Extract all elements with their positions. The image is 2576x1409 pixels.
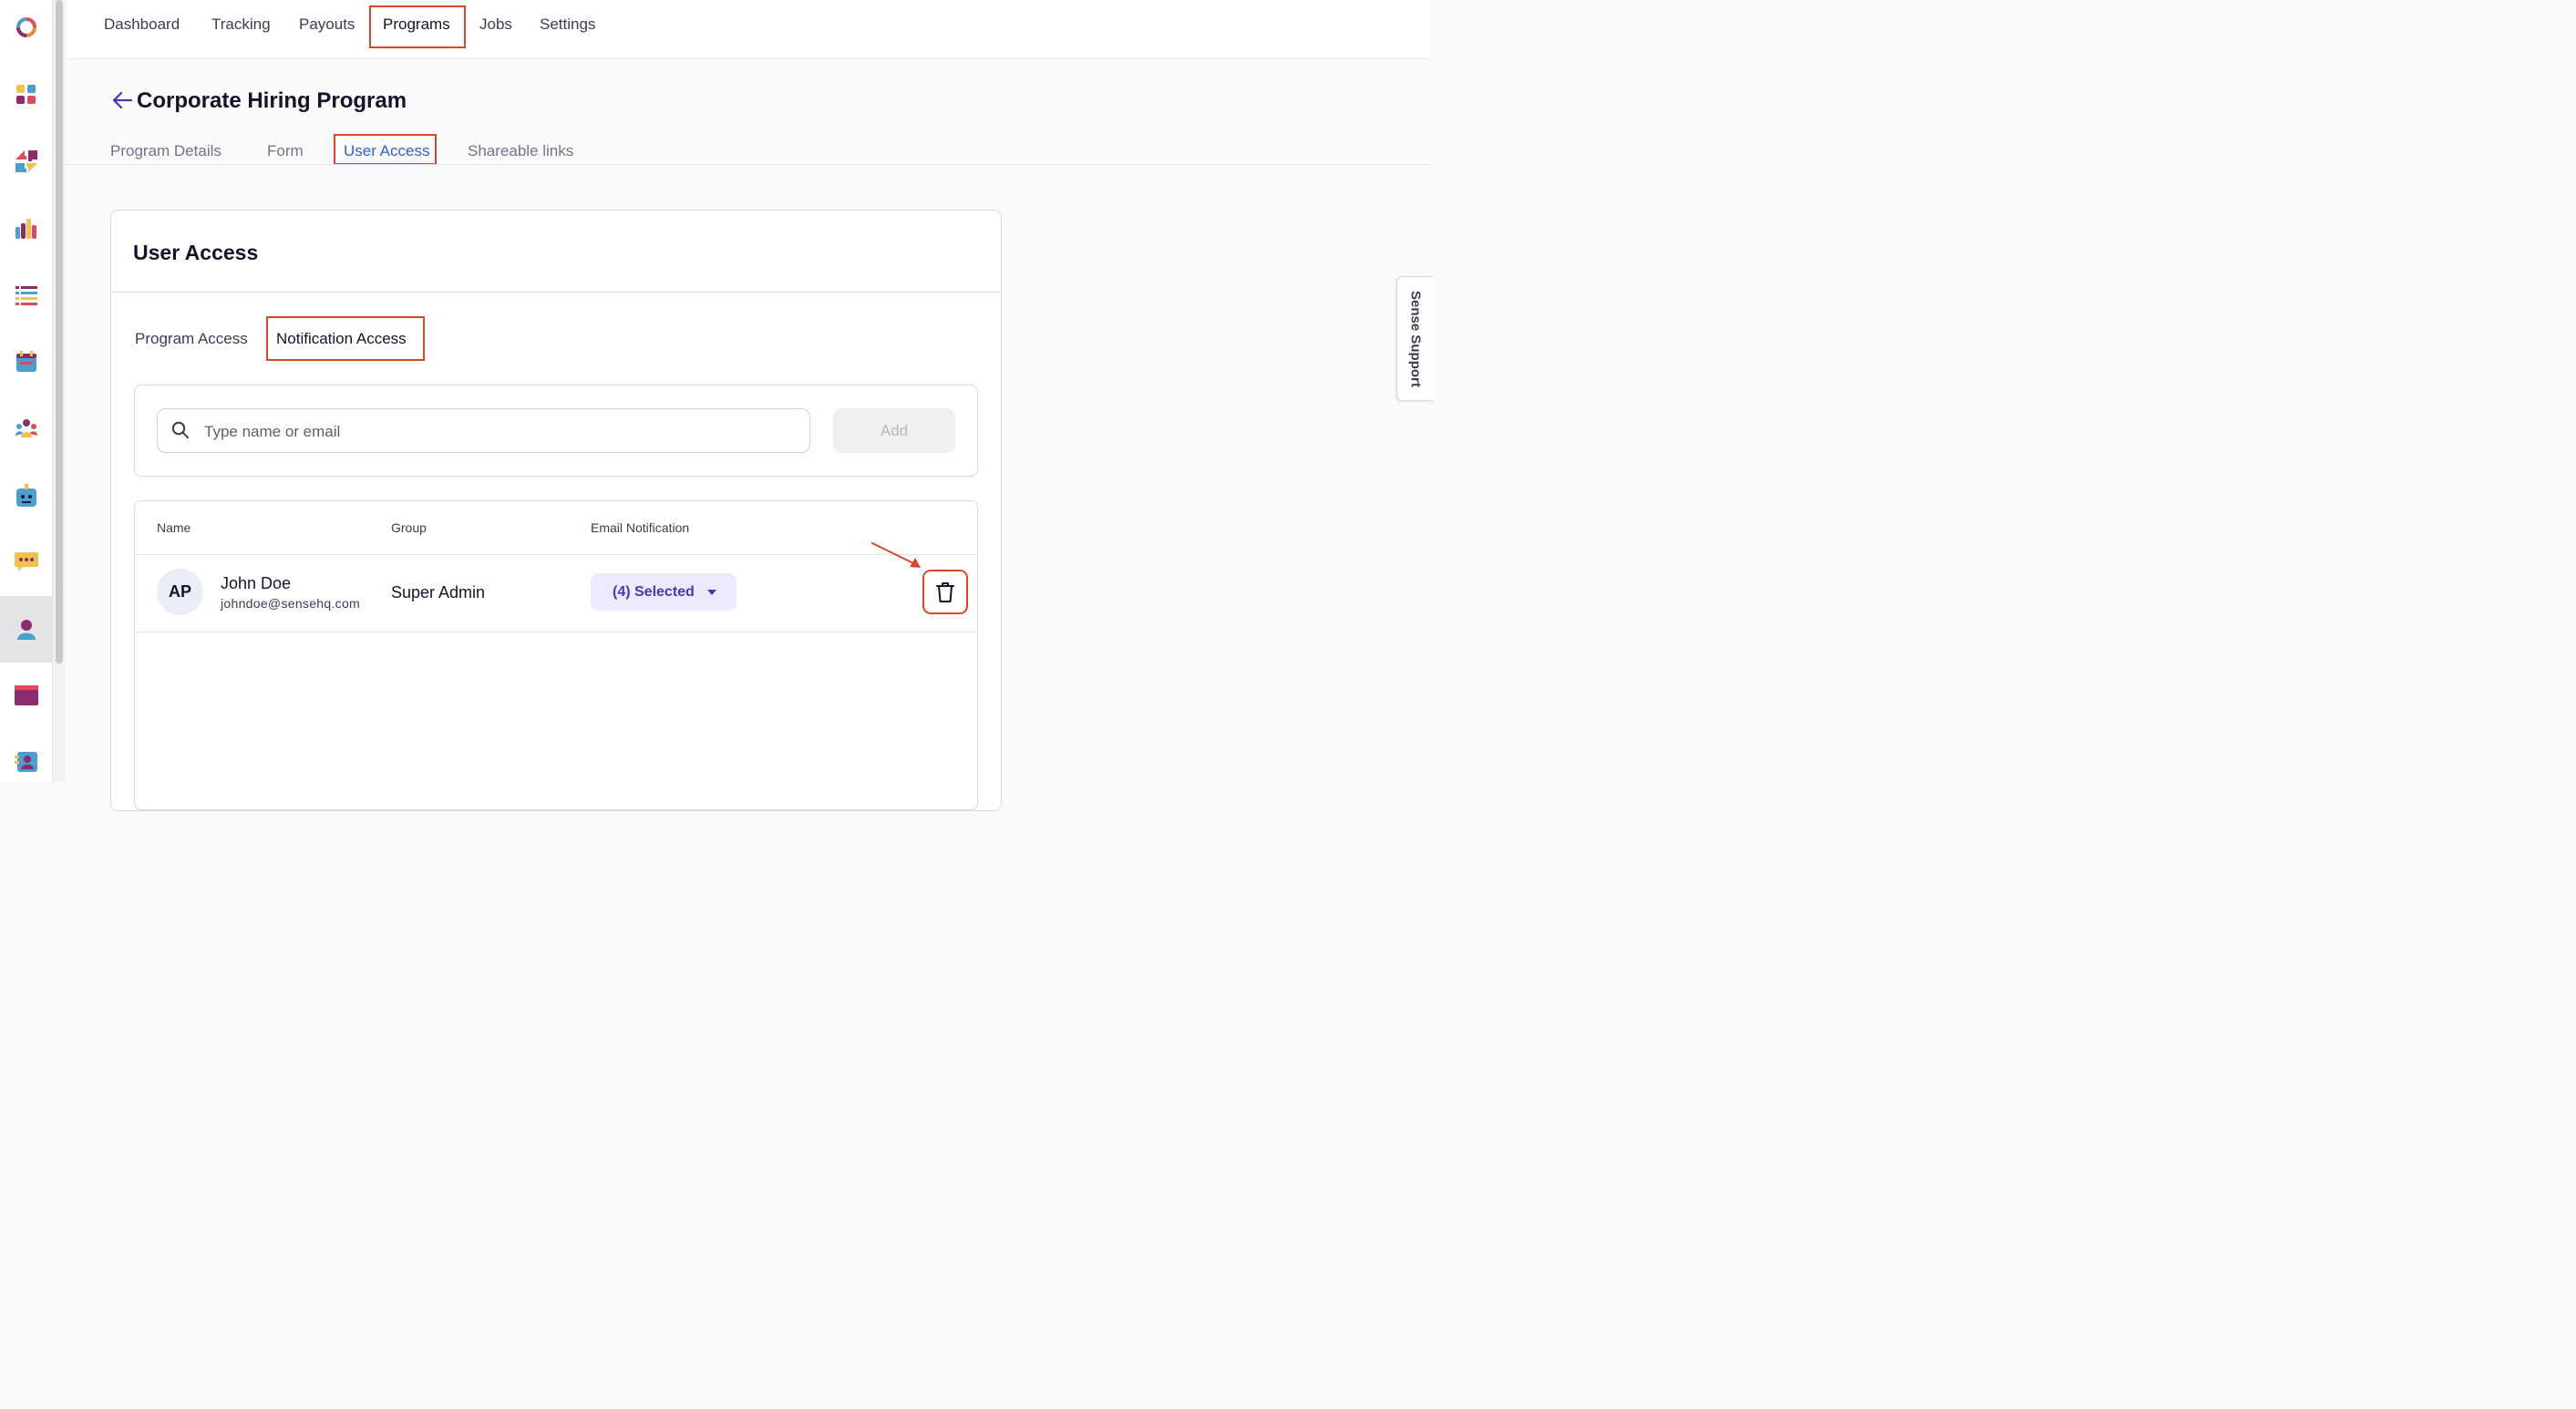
back-arrow-icon[interactable]	[111, 90, 133, 115]
apps-icon[interactable]	[0, 67, 52, 122]
window-icon[interactable]	[0, 668, 52, 723]
column-header-email-notification: Email Notification	[591, 520, 690, 535]
calendar-icon[interactable]	[0, 334, 52, 389]
card-title: User Access	[133, 241, 259, 264]
column-header-group: Group	[391, 520, 427, 535]
app-rail	[0, 0, 53, 782]
logo-icon[interactable]	[0, 0, 52, 55]
subtab-divider	[67, 164, 1429, 165]
tab-program-details[interactable]: Program Details	[110, 141, 222, 161]
nav-payouts[interactable]: Payouts	[299, 15, 355, 35]
nav-dashboard[interactable]: Dashboard	[104, 15, 180, 35]
contacts-icon[interactable]	[0, 735, 52, 789]
column-header-name: Name	[157, 520, 191, 535]
highlight-notification-access	[266, 316, 425, 361]
tab-program-access[interactable]: Program Access	[135, 329, 248, 349]
nav-tracking[interactable]: Tracking	[211, 15, 271, 35]
nav-jobs[interactable]: Jobs	[479, 15, 512, 35]
top-navigation	[67, 0, 1429, 59]
tab-form[interactable]: Form	[267, 141, 304, 161]
tab-shareable-links[interactable]: Shareable links	[468, 141, 573, 161]
header-divider	[135, 554, 977, 555]
highlight-user-access	[334, 134, 437, 165]
card-divider	[111, 292, 1001, 293]
user-email: johndoe@sensehq.com	[221, 596, 361, 611]
add-button[interactable]: Add	[833, 408, 955, 453]
row-divider	[135, 632, 977, 633]
bot-icon[interactable]	[0, 468, 52, 523]
nav-settings[interactable]: Settings	[540, 15, 595, 35]
transfer-icon[interactable]	[0, 134, 52, 189]
search-input[interactable]	[202, 419, 789, 445]
search-icon	[171, 421, 190, 444]
user-icon[interactable]	[0, 596, 52, 663]
chat-icon[interactable]	[0, 535, 52, 590]
delete-button[interactable]	[922, 570, 968, 614]
users-table	[134, 500, 978, 810]
user-group: Super Admin	[391, 583, 486, 602]
user-name: John Doe	[221, 574, 292, 592]
rail-scrollbar-thumb[interactable]	[56, 0, 63, 663]
annotation-arrow-icon	[866, 538, 926, 579]
list-icon[interactable]	[0, 268, 52, 323]
highlight-programs	[369, 5, 466, 48]
avatar: AP	[157, 569, 203, 615]
email-notification-value: (4) Selected	[613, 583, 695, 600]
team-icon[interactable]	[0, 401, 52, 456]
sense-support-label: Sense Support	[1407, 290, 1424, 387]
trash-icon	[936, 581, 954, 602]
caret-down-icon	[706, 589, 716, 595]
analytics-icon[interactable]	[0, 201, 52, 256]
page-title: Corporate Hiring Program	[137, 88, 407, 113]
email-notification-dropdown[interactable]: (4) Selected	[591, 573, 737, 611]
